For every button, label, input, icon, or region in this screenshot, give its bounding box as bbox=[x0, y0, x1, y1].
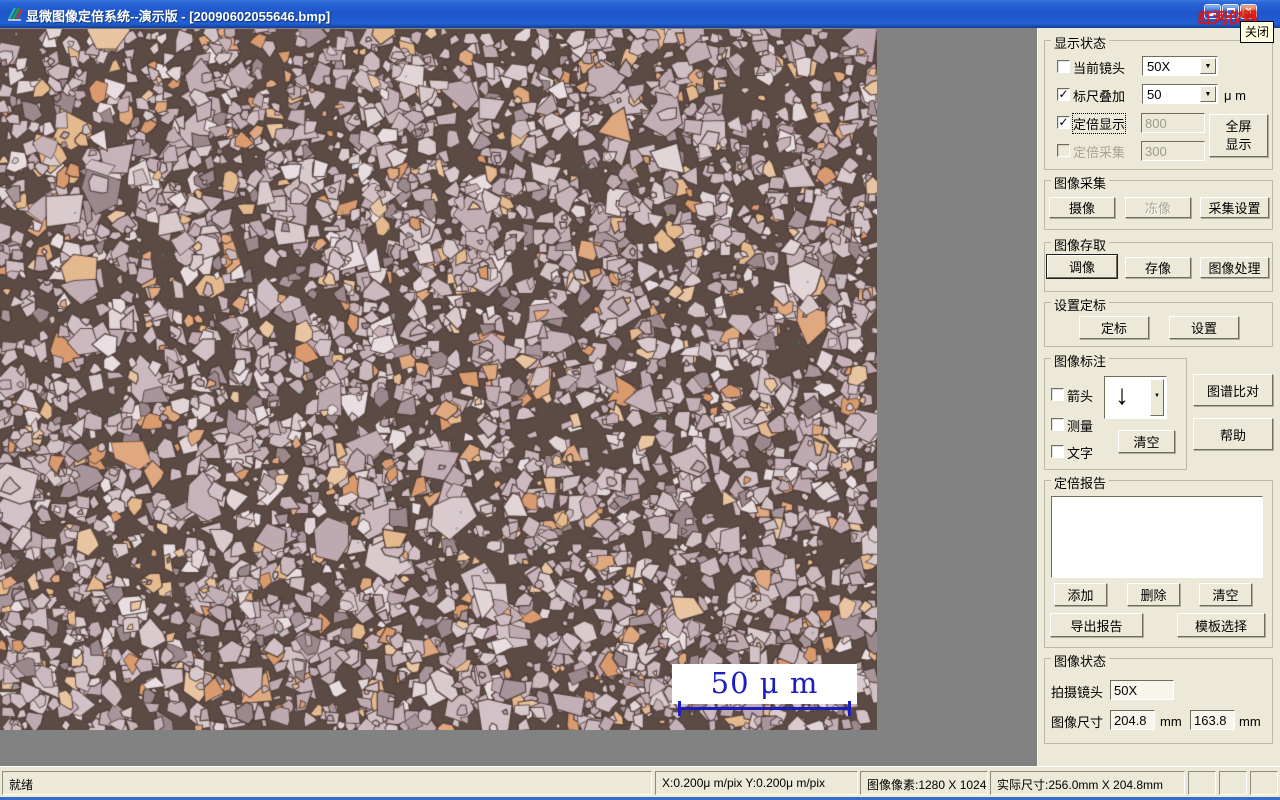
fixed-display-checkbox[interactable]: ✓ bbox=[1057, 116, 1070, 129]
fixed-capture-checkbox bbox=[1057, 144, 1070, 157]
fixed-display-label: 定倍显示 bbox=[1071, 113, 1127, 134]
ruler-size-value: 50 bbox=[1147, 87, 1162, 102]
image-width-unit: mm bbox=[1160, 714, 1182, 729]
ruler-overlay-checkbox[interactable]: ✓ bbox=[1057, 88, 1070, 101]
app-window: 显微图像定倍系统--演示版 - [20090602055646.bmp] × 红… bbox=[0, 0, 1280, 800]
calibration-settings-button[interactable]: 设置 bbox=[1169, 316, 1239, 339]
report-listbox[interactable] bbox=[1051, 496, 1263, 578]
image-status-title: 图像状态 bbox=[1051, 651, 1110, 670]
status-pixels: 图像像素:1280 X 1024 bbox=[860, 771, 988, 795]
chevron-down-icon[interactable]: ▼ bbox=[1200, 58, 1216, 74]
check-icon: ✓ bbox=[1058, 87, 1069, 101]
capture-group-title: 图像采集 bbox=[1051, 173, 1110, 192]
image-height-field[interactable] bbox=[1190, 710, 1235, 730]
ruler-overlay-label: 标尺叠加 bbox=[1073, 89, 1126, 104]
image-height-unit: mm bbox=[1239, 714, 1261, 729]
image-status-group: 图像状态 bbox=[1044, 651, 1273, 744]
report-delete-button[interactable]: 删除 bbox=[1127, 583, 1180, 606]
scale-bar-line bbox=[678, 707, 851, 710]
window-title: 显微图像定倍系统--演示版 - [20090602055646.bmp] bbox=[26, 9, 331, 24]
fixed-capture-label: 定倍采集 bbox=[1073, 145, 1126, 160]
report-clear-button[interactable]: 清空 bbox=[1199, 583, 1252, 606]
measure-label: 测量 bbox=[1067, 419, 1094, 434]
status-actual-size: 实际尺寸:256.0mm X 204.8mm bbox=[990, 771, 1185, 795]
arrow-checkbox[interactable] bbox=[1051, 388, 1064, 401]
status-spare-3 bbox=[1250, 771, 1278, 795]
report-group-title: 定倍报告 bbox=[1051, 473, 1110, 492]
arrow-style-select[interactable]: ↓ ▼ bbox=[1104, 376, 1167, 419]
report-add-button[interactable]: 添加 bbox=[1054, 583, 1107, 606]
calibration-group-title: 设置定标 bbox=[1051, 295, 1110, 314]
shoot-button[interactable]: 摄像 bbox=[1049, 197, 1115, 218]
scale-bar-label: 50 μ m bbox=[672, 664, 857, 704]
title-bar: 显微图像定倍系统--演示版 - [20090602055646.bmp] × bbox=[0, 0, 1280, 28]
status-ready: 就绪 bbox=[2, 771, 652, 795]
micrograph-image bbox=[0, 29, 877, 730]
measure-checkbox[interactable] bbox=[1051, 418, 1064, 431]
atlas-compare-button[interactable]: 图谱比对 bbox=[1193, 374, 1273, 406]
storage-group-title: 图像存取 bbox=[1051, 235, 1110, 254]
template-select-button[interactable]: 模板选择 bbox=[1177, 613, 1265, 637]
close-tooltip: 关闭 bbox=[1240, 21, 1275, 43]
shoot-lens-field[interactable] bbox=[1110, 680, 1174, 700]
control-panel: 显示状态 当前镜头 50X ▼ ✓ 标尺叠加 50 ▼ μ m ✓ 定倍显示 全… bbox=[1037, 28, 1280, 766]
check-icon: ✓ bbox=[1058, 115, 1069, 129]
calibrate-button[interactable]: 定标 bbox=[1079, 316, 1149, 339]
image-size-label: 图像尺寸 bbox=[1051, 715, 1104, 730]
scale-bar-tick-right bbox=[848, 701, 851, 716]
status-spare-2 bbox=[1219, 771, 1247, 795]
status-resolution: X:0.200μ m/pix Y:0.200μ m/pix bbox=[655, 771, 858, 795]
current-lens-select[interactable]: 50X ▼ bbox=[1142, 56, 1218, 76]
save-image-button[interactable]: 存像 bbox=[1125, 257, 1191, 278]
image-process-button[interactable]: 图像处理 bbox=[1200, 257, 1269, 278]
help-button[interactable]: 帮助 bbox=[1193, 418, 1273, 450]
app-icon bbox=[8, 7, 23, 21]
chevron-down-icon[interactable]: ▼ bbox=[1150, 379, 1164, 416]
text-checkbox[interactable] bbox=[1051, 445, 1064, 458]
fixed-display-input bbox=[1141, 113, 1205, 133]
current-lens-checkbox[interactable] bbox=[1057, 60, 1070, 73]
ruler-unit-label: μ m bbox=[1224, 88, 1246, 103]
freeze-button: 冻像 bbox=[1125, 197, 1191, 218]
display-status-title: 显示状态 bbox=[1051, 33, 1110, 52]
load-image-button[interactable]: 调像 bbox=[1047, 255, 1117, 278]
chevron-down-icon[interactable]: ▼ bbox=[1200, 86, 1216, 102]
clear-annotation-button[interactable]: 清空 bbox=[1118, 430, 1175, 453]
current-lens-label: 当前镜头 bbox=[1073, 61, 1126, 76]
fixed-capture-input bbox=[1141, 141, 1205, 161]
status-spare-1 bbox=[1188, 771, 1216, 795]
ruler-size-select[interactable]: 50 ▼ bbox=[1142, 84, 1218, 104]
arrow-label: 箭头 bbox=[1067, 389, 1094, 404]
current-lens-value: 50X bbox=[1147, 59, 1171, 74]
image-width-field[interactable] bbox=[1110, 710, 1155, 730]
fullscreen-button[interactable]: 全屏显示 bbox=[1209, 114, 1268, 157]
shoot-lens-label: 拍摄镜头 bbox=[1051, 685, 1104, 700]
capture-settings-button[interactable]: 采集设置 bbox=[1200, 197, 1269, 218]
text-label: 文字 bbox=[1067, 446, 1094, 461]
status-bar: 就绪 X:0.200μ m/pix Y:0.200μ m/pix 图像像素:12… bbox=[0, 766, 1280, 797]
arrow-down-icon: ↓ bbox=[1115, 379, 1129, 410]
scale-bar-tick-left bbox=[678, 701, 681, 716]
export-report-button[interactable]: 导出报告 bbox=[1050, 613, 1143, 637]
annotation-group-title: 图像标注 bbox=[1051, 351, 1110, 370]
